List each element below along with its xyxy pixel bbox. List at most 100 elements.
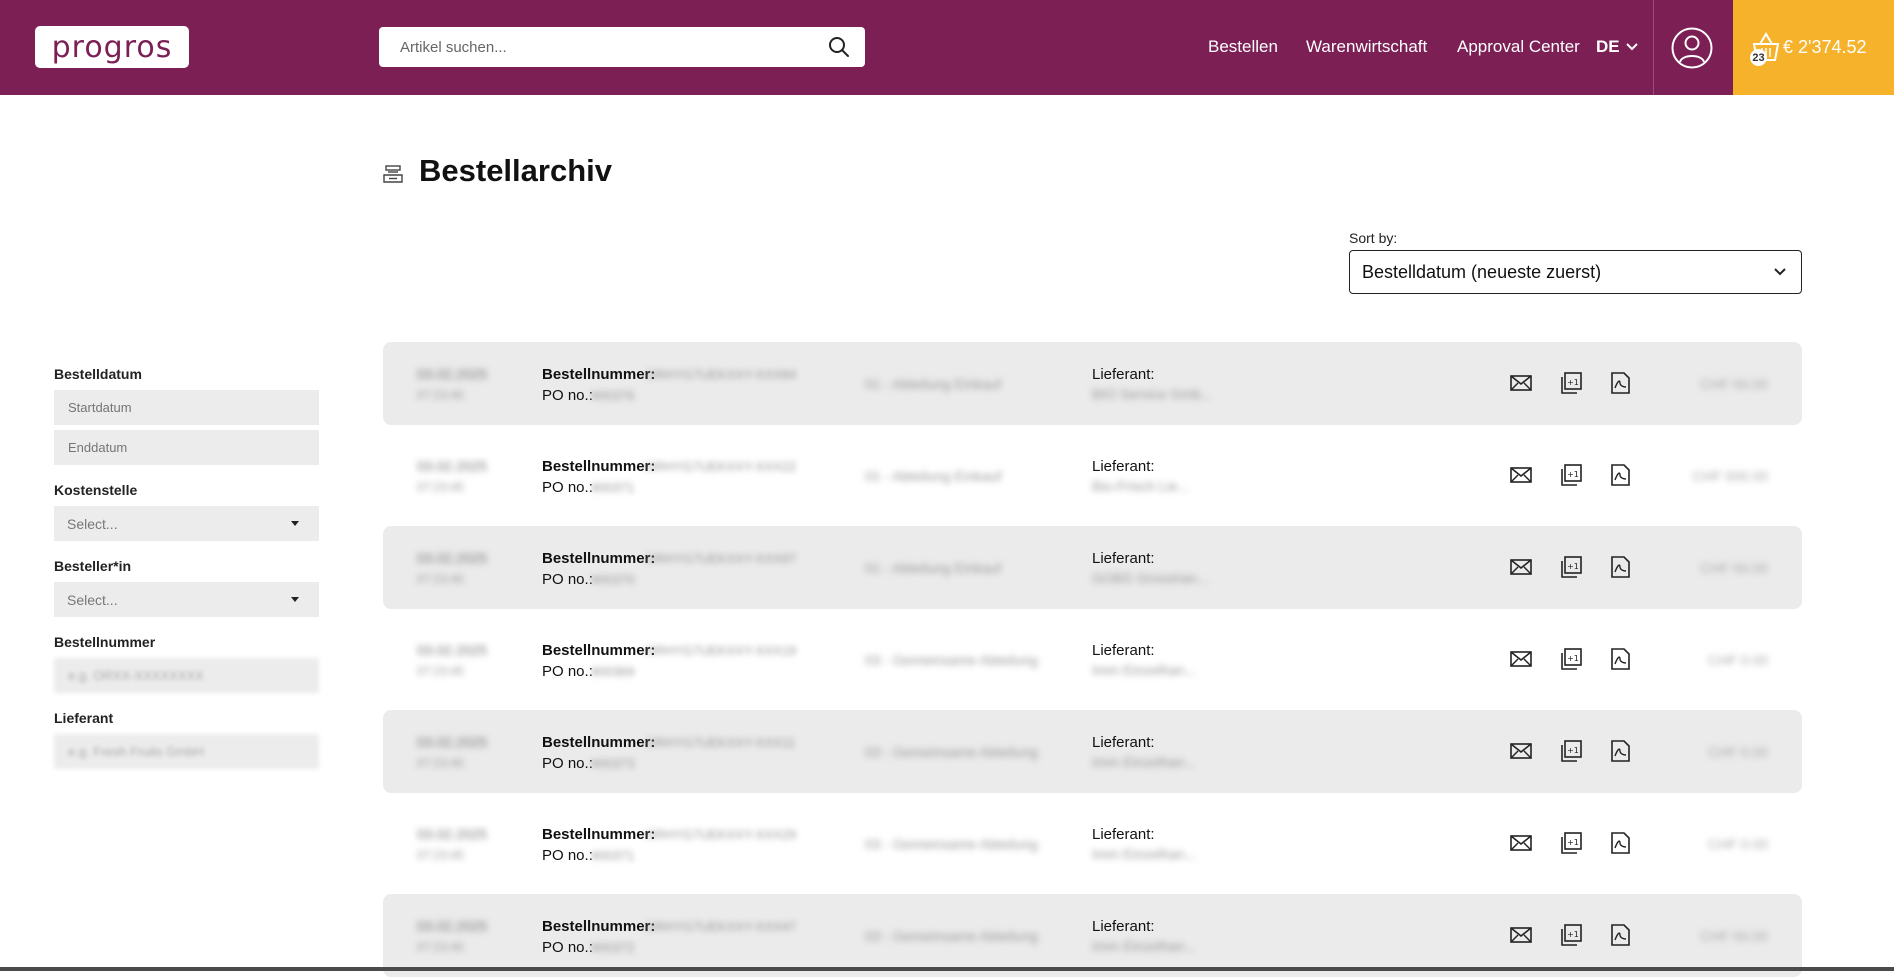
cost-center-select[interactable]: Select... bbox=[54, 506, 319, 541]
po-value: 900376 bbox=[591, 388, 635, 403]
po-value: 900371 bbox=[591, 480, 635, 495]
supplier-label: Lieferant: bbox=[1092, 458, 1155, 475]
order-number-row: Bestellnummer: bbox=[542, 550, 655, 567]
order-date: 03.02.2025 bbox=[417, 458, 488, 474]
search-input[interactable] bbox=[379, 27, 819, 67]
pdf-icon[interactable] bbox=[1608, 739, 1632, 763]
cart-button[interactable]: 23 € 2'374.52 bbox=[1733, 0, 1894, 95]
order-time: 07:23:45 bbox=[417, 848, 464, 862]
search-icon[interactable] bbox=[819, 27, 859, 67]
email-icon[interactable] bbox=[1509, 463, 1533, 487]
sort-dropdown[interactable]: Bestelldatum (neueste zuerst) bbox=[1349, 250, 1802, 294]
svg-text:+1: +1 bbox=[1567, 930, 1579, 939]
email-icon[interactable] bbox=[1509, 831, 1533, 855]
order-number-value: ORHYG7UEKXXY-XXX84 bbox=[645, 367, 797, 382]
order-time: 07:23:45 bbox=[417, 388, 464, 402]
po-value: 900373 bbox=[591, 756, 635, 771]
order-row[interactable]: 03.02.2025 07:23:45 Bestellnummer: ORHYG7UE… bbox=[383, 618, 1802, 701]
caret-down-icon bbox=[291, 521, 299, 526]
order-amount: CHF 00.00 bbox=[1700, 376, 1768, 392]
order-date: 03.02.2025 bbox=[417, 734, 488, 750]
email-icon[interactable] bbox=[1509, 555, 1533, 579]
cost-center-value: 01 - Abteilung Einkauf bbox=[865, 560, 1002, 576]
pdf-icon[interactable] bbox=[1608, 371, 1632, 395]
po-label: PO no.: bbox=[542, 939, 593, 956]
supplier-value: Imm Einzelhan... bbox=[1092, 662, 1197, 678]
order-date: 03.02.2025 bbox=[417, 366, 488, 382]
email-icon[interactable] bbox=[1509, 371, 1533, 395]
order-row[interactable]: 03.02.2025 07:23:45 Bestellnummer: ORHYG7UE… bbox=[383, 710, 1802, 793]
progros-logo[interactable]: progros bbox=[35, 26, 189, 68]
order-row[interactable]: 03.02.2025 07:23:45 Bestellnummer: ORHYG7UE… bbox=[383, 342, 1802, 425]
pdf-icon[interactable] bbox=[1608, 555, 1632, 579]
filter-supplier-label: Lieferant bbox=[54, 710, 114, 726]
supplier-value: BIO Service Gmb... bbox=[1092, 386, 1213, 402]
order-row[interactable]: 03.02.2025 07:23:45 Bestellnummer: ORHYG7UE… bbox=[383, 894, 1802, 977]
reorder-icon[interactable]: +1 bbox=[1559, 555, 1583, 579]
order-amount: CHF 0.00 bbox=[1708, 652, 1768, 668]
cart-total: € 2'374.52 bbox=[1783, 37, 1867, 57]
svg-text:+1: +1 bbox=[1567, 746, 1579, 755]
reorder-icon[interactable]: +1 bbox=[1559, 923, 1583, 947]
order-time: 07:23:45 bbox=[417, 480, 464, 494]
order-amount: CHF 000.00 bbox=[1692, 468, 1768, 484]
cost-center-value: 01 - Abteilung Einkauf bbox=[865, 468, 1002, 484]
pdf-icon[interactable] bbox=[1608, 463, 1632, 487]
email-icon[interactable] bbox=[1509, 647, 1533, 671]
reorder-icon[interactable]: +1 bbox=[1559, 647, 1583, 671]
order-number-label: Bestellnummer: bbox=[542, 918, 656, 935]
user-account-icon[interactable] bbox=[1671, 27, 1713, 69]
order-row[interactable]: 03.02.2025 07:23:45 Bestellnummer: ORHYG7UE… bbox=[383, 526, 1802, 609]
supplier-label: Lieferant: bbox=[1092, 826, 1155, 843]
order-number-value: ORHYG7UEKXXY-XXX11 bbox=[645, 735, 796, 750]
filter-cost-center-label: Kostenstelle bbox=[54, 482, 138, 498]
page-title: Bestellarchiv bbox=[419, 153, 612, 188]
order-amount: CHF 0.00 bbox=[1708, 744, 1768, 760]
order-number-row: Bestellnummer: bbox=[542, 734, 655, 751]
order-row[interactable]: 03.02.2025 07:23:45 Bestellnummer: ORHYG7UE… bbox=[383, 802, 1802, 885]
po-value: 900372 bbox=[591, 940, 635, 955]
caret-down-icon bbox=[291, 597, 299, 602]
order-time: 07:23:45 bbox=[417, 664, 464, 678]
pdf-icon[interactable] bbox=[1608, 831, 1632, 855]
pdf-icon[interactable] bbox=[1608, 647, 1632, 671]
email-icon[interactable] bbox=[1509, 739, 1533, 763]
supplier-input[interactable]: e.g. Fresh Fruits GmbH bbox=[54, 734, 319, 769]
order-number-row: Bestellnummer: bbox=[542, 642, 655, 659]
pdf-icon[interactable] bbox=[1608, 923, 1632, 947]
sort-label: Sort by: bbox=[1349, 230, 1398, 246]
nav-bestellen[interactable]: Bestellen bbox=[1208, 37, 1278, 57]
po-label: PO no.: bbox=[542, 847, 593, 864]
start-date-input[interactable] bbox=[54, 390, 319, 425]
order-number-row: Bestellnummer: bbox=[542, 826, 655, 843]
order-number-row: Bestellnummer: bbox=[542, 366, 655, 383]
order-number-value: ORHYG7UEKXXY-XXX19 bbox=[645, 643, 797, 658]
reorder-icon[interactable]: +1 bbox=[1559, 831, 1583, 855]
order-number-row: Bestellnummer: bbox=[542, 918, 655, 935]
orderer-select[interactable]: Select... bbox=[54, 582, 319, 617]
svg-text:+1: +1 bbox=[1567, 838, 1579, 847]
order-number-value: ORHYG7UEKXXY-XXX97 bbox=[645, 551, 797, 566]
reorder-icon[interactable]: +1 bbox=[1559, 463, 1583, 487]
language-selector[interactable]: DE bbox=[1596, 37, 1638, 57]
email-icon[interactable] bbox=[1509, 923, 1533, 947]
supplier-value: Imm Einzelhan... bbox=[1092, 754, 1197, 770]
svg-text:+1: +1 bbox=[1567, 654, 1579, 663]
svg-text:+1: +1 bbox=[1567, 470, 1579, 479]
nav-warenwirtschaft[interactable]: Warenwirtschaft bbox=[1306, 37, 1427, 57]
reorder-icon[interactable]: +1 bbox=[1559, 739, 1583, 763]
order-row[interactable]: 03.02.2025 07:23:45 Bestellnummer: ORHYG7UE… bbox=[383, 434, 1802, 517]
supplier-value: Imm Einzelhan... bbox=[1092, 846, 1197, 862]
po-value: 900371 bbox=[591, 848, 635, 863]
reorder-icon[interactable]: +1 bbox=[1559, 371, 1583, 395]
supplier-value: GOBS Grosshan... bbox=[1092, 570, 1209, 586]
order-number-input[interactable]: e.g. ORXX-XXXXXXXX bbox=[54, 658, 319, 693]
po-label: PO no.: bbox=[542, 387, 593, 404]
nav-approval-center[interactable]: Approval Center bbox=[1457, 37, 1580, 57]
cost-center-value: 03 - Gemeinsame Abteilung bbox=[865, 744, 1038, 760]
po-value: 900370 bbox=[591, 572, 635, 587]
end-date-input[interactable] bbox=[54, 430, 319, 465]
cost-center-value: Select... bbox=[67, 515, 118, 532]
order-number-row: Bestellnummer: bbox=[542, 458, 655, 475]
bottom-scroll-edge bbox=[0, 967, 1894, 971]
